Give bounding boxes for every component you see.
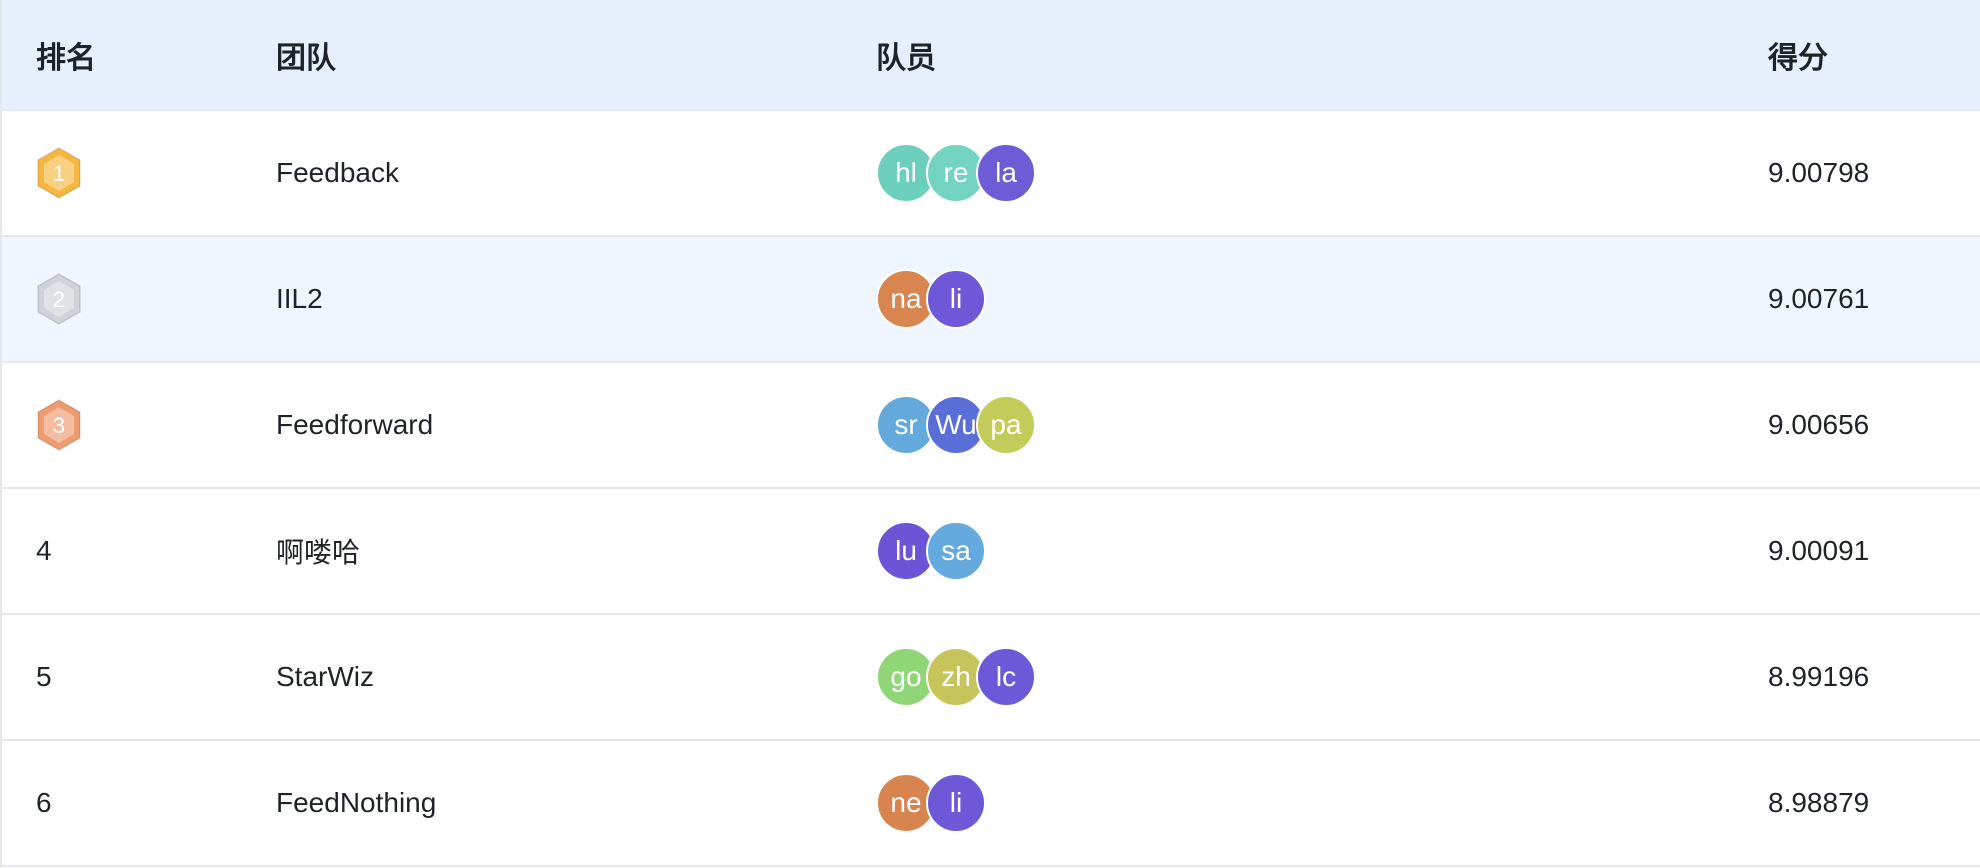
medal-gold-icon: 1 (37, 147, 81, 199)
members-cell: lu sa (876, 489, 986, 613)
members-cell: ne li (876, 741, 986, 865)
avatar[interactable]: sa (926, 521, 986, 581)
members-cell: go zh lc (876, 615, 1036, 739)
rank-cell: 1 (36, 111, 82, 235)
header-members[interactable]: 队员 (876, 0, 936, 109)
table-row[interactable]: 4 啊喽哈 lu sa 9.00091 (2, 489, 1980, 615)
avatar-group: hl re la (876, 143, 1036, 203)
header-team[interactable]: 团队 (276, 0, 336, 109)
table-row[interactable]: 1 Feedback hl re la 9.00798 (2, 111, 1980, 237)
avatar-group: sr Wu pa (876, 395, 1036, 455)
members-cell: na li (876, 237, 986, 361)
avatar[interactable]: li (926, 773, 986, 833)
table-header: 排名 团队 队员 得分 (2, 0, 1980, 111)
medal-bronze-icon: 3 (37, 399, 81, 451)
members-cell: sr Wu pa (876, 363, 1036, 487)
header-rank[interactable]: 排名 (36, 0, 96, 109)
avatar-group: ne li (876, 773, 986, 833)
score-value: 9.00091 (1768, 535, 1870, 566)
avatar-group: lu sa (876, 521, 986, 581)
avatar[interactable]: la (976, 143, 1036, 203)
avatar[interactable]: lc (976, 647, 1036, 707)
rank-cell: 5 (36, 661, 52, 692)
medal-rank-number: 3 (53, 413, 65, 438)
table-row[interactable]: 3 Feedforward sr Wu pa 9.00656 (2, 363, 1980, 489)
team-name: 啊喽哈 (276, 537, 361, 568)
leaderboard-table: 排名 团队 队员 得分 1 Feedback hl re la 9.00798 2 IIL2 n… (0, 0, 1980, 868)
avatar[interactable]: li (926, 269, 986, 329)
medal-rank-number: 2 (53, 287, 65, 312)
avatar-group: go zh lc (876, 647, 1036, 707)
rank-cell: 4 (36, 535, 52, 566)
avatar[interactable]: pa (976, 395, 1036, 455)
team-name: FeedNothing (276, 787, 437, 818)
team-name: IIL2 (276, 283, 323, 314)
medal-silver-icon: 2 (37, 273, 81, 325)
members-cell: hl re la (876, 111, 1036, 235)
avatar-group: na li (876, 269, 986, 329)
header-score[interactable]: 得分 (1768, 0, 1828, 109)
score-value: 8.98879 (1768, 787, 1870, 818)
score-value: 9.00798 (1768, 157, 1870, 188)
table-row[interactable]: 2 IIL2 na li 9.00761 (2, 237, 1980, 363)
table-row[interactable]: 6 FeedNothing ne li 8.98879 (2, 741, 1980, 867)
medal-rank-number: 1 (53, 161, 65, 186)
score-value: 9.00656 (1768, 409, 1870, 440)
team-name: Feedback (276, 157, 399, 188)
team-name: StarWiz (276, 661, 374, 692)
rank-cell: 6 (36, 787, 52, 818)
rank-cell: 3 (36, 363, 82, 487)
score-value: 9.00761 (1768, 283, 1870, 314)
rank-cell: 2 (36, 237, 82, 361)
table-row[interactable]: 5 StarWiz go zh lc 8.99196 (2, 615, 1980, 741)
score-value: 8.99196 (1768, 661, 1870, 692)
team-name: Feedforward (276, 409, 434, 440)
